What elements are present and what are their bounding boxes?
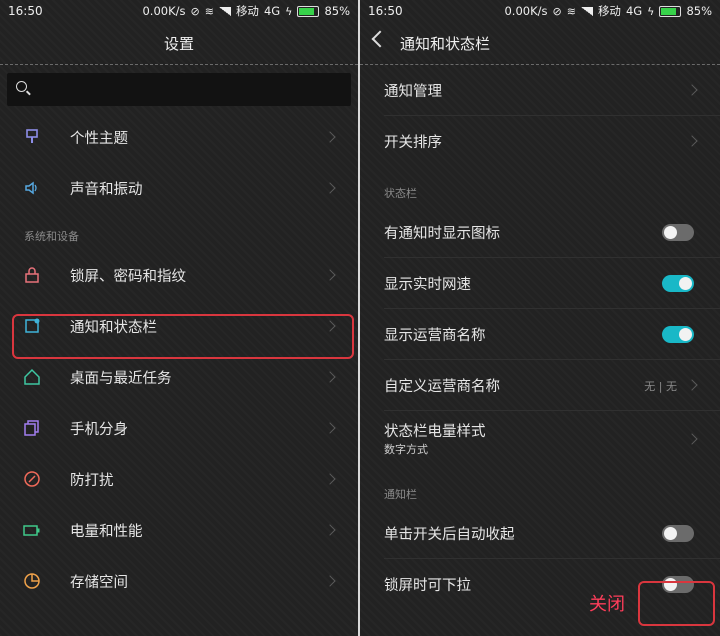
menu-item-label: 锁屏、密码和指纹: [70, 269, 186, 285]
menu-item-label: 桌面与最近任务: [70, 371, 172, 387]
menu-item-lockscreen[interactable]: 锁屏、密码和指纹: [0, 250, 358, 301]
dnd-icon: [24, 471, 40, 487]
signal-icon: [580, 6, 593, 16]
status-speed: 0.00K/s: [142, 4, 186, 18]
menu-item-label: 声音和振动: [70, 182, 143, 198]
setting-show-notification-icons[interactable]: 有通知时显示图标: [360, 207, 720, 258]
menu-item-label: 电量和性能: [70, 524, 143, 540]
setting-value: 无 | 无: [644, 380, 677, 393]
battery-icon: [23, 525, 40, 536]
theme-icon: [26, 129, 38, 143]
section-header: 状态栏: [384, 187, 417, 200]
menu-item-storage[interactable]: 存储空间: [0, 556, 358, 607]
menu-item-dual-apps[interactable]: 手机分身: [0, 403, 358, 454]
status-network: 4G: [263, 4, 281, 18]
menu-item-label: 手机分身: [70, 422, 128, 438]
menu-item-label: 个性主题: [70, 131, 128, 147]
chevron-right-icon: [686, 379, 698, 391]
toggle-switch[interactable]: [662, 224, 694, 241]
alarm-icon: ⊘: [190, 4, 200, 18]
setting-battery-style[interactable]: 状态栏电量样式 数字方式: [360, 411, 720, 468]
charging-icon: ϟ: [285, 4, 293, 18]
search-icon: [16, 81, 27, 92]
menu-item-battery[interactable]: 电量和性能: [0, 505, 358, 556]
status-bar: 16:50 0.00K/s ⊘ ≋ 移动 4G ϟ 85%: [360, 0, 720, 22]
annotation-label: 关闭: [589, 594, 625, 615]
setting-sublabel: 数字方式: [384, 443, 428, 456]
section-header: 通知栏: [384, 488, 417, 501]
status-time: 16:50: [368, 4, 403, 18]
section-header: 系统和设备: [24, 230, 79, 243]
chevron-right-icon: [686, 433, 698, 445]
status-time: 16:50: [8, 4, 43, 18]
status-bar: 16:50 0.00K/s ⊘ ≋ 移动 4G ϟ 85%: [0, 0, 358, 22]
setting-label: 显示运营商名称: [384, 328, 486, 344]
menu-item-toggle-order[interactable]: 开关排序: [360, 116, 720, 167]
highlight-box: [12, 314, 354, 359]
setting-auto-collapse[interactable]: 单击开关后自动收起: [360, 508, 720, 559]
lock-icon: [25, 267, 39, 283]
home-icon: [24, 368, 40, 385]
settings-pane: 16:50 0.00K/s ⊘ ≋ 移动 4G ϟ 85% 设置 个性主题 声音…: [0, 0, 358, 636]
battery-icon: [659, 5, 682, 17]
chevron-right-icon: [324, 473, 336, 485]
signal-icon: [218, 6, 231, 16]
setting-label: 自定义运营商名称: [384, 379, 500, 395]
storage-icon: [24, 573, 40, 589]
status-battery: 85%: [686, 4, 712, 18]
toggle-switch[interactable]: [662, 326, 694, 343]
clone-icon: [24, 420, 39, 436]
setting-show-network-speed[interactable]: 显示实时网速: [360, 258, 720, 309]
menu-item-label: 开关排序: [384, 135, 442, 151]
toggle-switch[interactable]: [662, 525, 694, 542]
setting-label: 有通知时显示图标: [384, 226, 500, 242]
chevron-right-icon: [686, 135, 698, 147]
status-carrier: 移动: [235, 4, 259, 18]
status-speed: 0.00K/s: [504, 4, 548, 18]
notification-settings-pane: 16:50 0.00K/s ⊘ ≋ 移动 4G ϟ 85% 通知和状态栏 通知管…: [360, 0, 720, 636]
menu-item-label: 通知管理: [384, 84, 442, 100]
status-network: 4G: [625, 4, 643, 18]
page-title: 通知和状态栏: [360, 22, 720, 65]
setting-label: 锁屏时可下拉: [384, 578, 471, 594]
speaker-icon: [25, 181, 37, 195]
highlight-box: [638, 581, 715, 626]
chevron-right-icon: [324, 422, 336, 434]
setting-show-carrier-name[interactable]: 显示运营商名称: [360, 309, 720, 360]
page-title: 设置: [0, 22, 358, 65]
setting-custom-carrier-name[interactable]: 自定义运营商名称 无 | 无: [360, 360, 720, 411]
setting-label: 状态栏电量样式: [384, 424, 486, 440]
chevron-right-icon: [324, 269, 336, 281]
menu-item-label: 存储空间: [70, 575, 128, 591]
setting-label: 单击开关后自动收起: [384, 527, 515, 543]
search-input[interactable]: [7, 73, 351, 106]
menu-item-theme[interactable]: 个性主题: [0, 112, 358, 163]
chevron-right-icon: [324, 131, 336, 143]
status-carrier: 移动: [597, 4, 621, 18]
setting-label: 显示实时网速: [384, 277, 471, 293]
chevron-right-icon: [324, 524, 336, 536]
chevron-right-icon: [324, 182, 336, 194]
menu-item-sound[interactable]: 声音和振动: [0, 163, 358, 214]
page-title-text: 通知和状态栏: [400, 34, 491, 53]
back-icon[interactable]: [371, 30, 389, 48]
status-battery: 85%: [324, 4, 350, 18]
menu-item-label: 防打扰: [70, 473, 114, 489]
menu-item-desktop[interactable]: 桌面与最近任务: [0, 352, 358, 403]
menu-item-dnd[interactable]: 防打扰: [0, 454, 358, 505]
toggle-switch[interactable]: [662, 275, 694, 292]
menu-item-notification-manage[interactable]: 通知管理: [360, 65, 720, 116]
chevron-right-icon: [324, 371, 336, 383]
battery-icon: [297, 5, 320, 17]
alarm-icon: ⊘: [552, 4, 562, 18]
page-title-text: 设置: [163, 34, 194, 53]
chevron-right-icon: [686, 84, 698, 96]
wifi-icon: ≋: [204, 4, 214, 18]
wifi-icon: ≋: [566, 4, 576, 18]
charging-icon: ϟ: [647, 4, 655, 18]
chevron-right-icon: [324, 575, 336, 587]
